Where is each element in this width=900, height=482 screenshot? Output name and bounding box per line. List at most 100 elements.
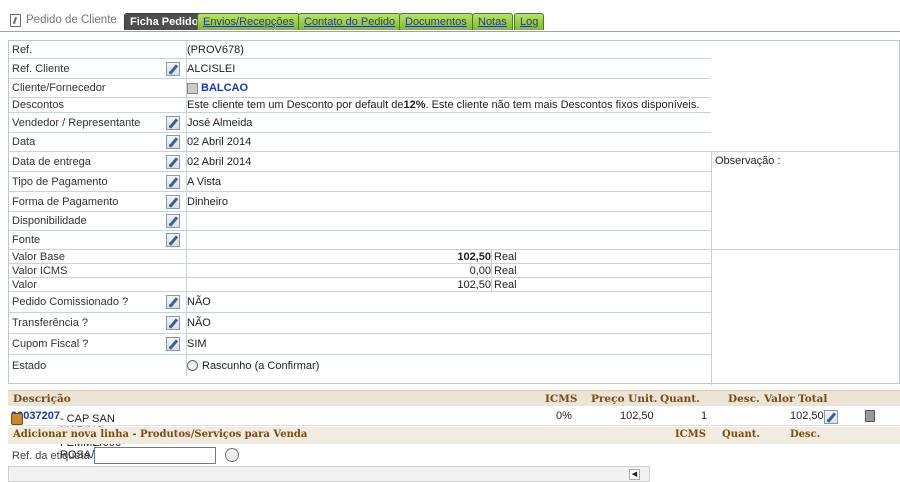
ref-etiqueta-input[interactable] — [94, 447, 216, 464]
edit-disponibilidade-icon[interactable] — [166, 214, 180, 228]
tab-contato-pedido[interactable]: Contato do Pedido — [298, 13, 402, 30]
row-cliente: Cliente/Fornecedor BALCAO — [9, 78, 711, 97]
product-icon — [11, 413, 23, 425]
estado-text: Rascunho (a Confirmar) — [202, 359, 320, 372]
tab-ficha-pedido[interactable]: Ficha Pedido — [124, 13, 205, 30]
order-card: Ref. (PROV678) Ref. Cliente ALCISLEI Cli… — [8, 40, 900, 385]
value-cliente: BALCAO — [187, 79, 248, 97]
col-total: Valor Total — [764, 393, 828, 405]
descontos-percent: 12% — [403, 99, 426, 111]
value-estado: Rascunho (a Confirmar) — [187, 355, 319, 376]
cliente-link[interactable]: BALCAO — [201, 82, 248, 94]
row-valor-base: Valor Base 102,50 Real — [9, 249, 711, 263]
value-ref-cliente: ALCISLEI — [187, 62, 236, 75]
row-tipo-pagamento: Tipo de Pagamento A Vista — [9, 171, 711, 191]
search-icon[interactable] — [225, 448, 239, 462]
label-fonte: Fonte — [12, 234, 41, 246]
value-comissionado: NÃO — [187, 296, 211, 308]
observacao-box: Observação : — [711, 151, 900, 249]
row-valor-icms: Valor ICMS 0,00 Real — [9, 263, 711, 277]
edit-cupom-icon[interactable] — [166, 337, 180, 351]
line-total: 102,50 — [790, 410, 824, 422]
row-estado: Estado Rascunho (a Confirmar) — [9, 354, 711, 376]
row-valor: Valor 102,50 Real — [9, 277, 711, 291]
label-ref-etiqueta: Ref. da etiqueta : — [12, 450, 96, 462]
label-vendedor: Vendedor / Representante — [12, 116, 141, 129]
add-line-header: Adicionar nova linha - Produtos/Serviços… — [8, 427, 900, 444]
row-fonte: Fonte — [9, 230, 711, 249]
observacao-box-lower — [711, 249, 900, 385]
ref-etiqueta-row: Ref. da etiqueta : — [8, 446, 900, 466]
label-valor-icms: Valor ICMS — [12, 264, 68, 277]
edit-tipo-pagamento-icon[interactable] — [166, 174, 180, 189]
label-descontos: Descontos — [12, 99, 64, 111]
scroll-left-icon[interactable]: ◀ — [629, 469, 640, 480]
label-comissionado: Pedido Comissionado ? — [12, 296, 129, 308]
value-forma-pagamento: Dinheiro — [187, 195, 228, 208]
line-desc: 90037207 - CAP SAN MARINO FEMME/006-ROSA… — [11, 410, 125, 461]
edit-forma-pagamento-icon[interactable] — [166, 194, 180, 209]
currency-valor-base: Real — [494, 250, 517, 263]
label-forma-pagamento: Forma de Pagamento — [12, 195, 119, 208]
row-forma-pagamento: Forma de Pagamento Dinheiro — [9, 191, 711, 211]
edit-vendedor-icon[interactable] — [166, 115, 180, 130]
col-quant: Quant. — [660, 393, 700, 405]
label-disponibilidade: Disponibilidade — [12, 215, 87, 227]
value-cupom: SIM — [187, 338, 207, 350]
line-icms: 0% — [556, 410, 572, 422]
label-observacao: Observação : — [715, 155, 781, 167]
value-data-entrega: 02 Abril 2014 — [187, 155, 252, 168]
tab-envios-recepcoes[interactable]: Envios/Recepções — [197, 13, 301, 30]
row-data-entrega: Data de entrega 02 Abril 2014 — [9, 151, 711, 171]
status-draft-icon — [187, 360, 198, 371]
col-preco: Preço Unit. — [591, 393, 658, 405]
edit-transferencia-icon[interactable] — [166, 316, 180, 330]
row-comissionado: Pedido Comissionado ? NÃO — [9, 291, 711, 312]
value-valor-icms: 0,00 — [469, 264, 491, 277]
label-tipo-pagamento: Tipo de Pagamento — [12, 175, 108, 188]
line-quant: 1 — [701, 410, 708, 422]
line-preco: 102,50 — [620, 410, 654, 422]
row-descontos: Descontos Este cliente tem um Desconto p… — [9, 97, 711, 112]
label-cupom: Cupom Fiscal ? — [12, 338, 89, 350]
add-line-label: Adicionar nova linha - Produtos/Serviços… — [13, 429, 308, 440]
label-ref: Ref. — [12, 43, 33, 56]
add-col-icms: ICMS — [675, 429, 706, 440]
tab-log[interactable]: Log — [514, 13, 545, 30]
table-row: 90037207 - CAP SAN MARINO FEMME/006-ROSA… — [8, 407, 900, 461]
value-vendedor: José Almeida — [187, 116, 253, 129]
edit-comissionado-icon[interactable] — [166, 295, 180, 309]
row-transferencia: Transferência ? NÃO — [9, 312, 711, 333]
edit-ref-cliente-icon[interactable] — [166, 61, 180, 76]
delete-line-icon[interactable] — [865, 410, 875, 422]
add-col-quant: Quant. — [722, 429, 760, 440]
add-col-desc: Desc. — [790, 429, 821, 440]
row-cupom: Cupom Fiscal ? SIM — [9, 333, 711, 354]
value-tipo-pagamento: A Vista — [187, 175, 222, 188]
page-title: Pedido de Cliente — [26, 14, 117, 26]
currency-valor: Real — [494, 278, 517, 291]
edit-fonte-icon[interactable] — [166, 233, 180, 247]
label-data: Data — [12, 136, 36, 148]
document-icon — [10, 13, 21, 27]
tab-documentos[interactable]: Documentos — [399, 13, 473, 30]
value-descontos: Este cliente tem um Desconto por default… — [187, 98, 699, 112]
edit-data-icon[interactable] — [166, 135, 180, 149]
edit-data-entrega-icon[interactable] — [166, 154, 180, 169]
row-vendedor: Vendedor / Representante José Almeida — [9, 112, 711, 132]
descontos-text-pre: Este cliente tem um Desconto por default… — [187, 99, 404, 111]
label-valor-base: Valor Base — [12, 250, 65, 263]
value-valor: 102,50 — [457, 278, 491, 291]
currency-valor-icms: Real — [494, 264, 517, 277]
label-valor: Valor — [12, 278, 37, 291]
row-disponibilidade: Disponibilidade — [9, 211, 711, 230]
lines-header: Descrição ICMS Preço Unit. Quant. Desc. … — [8, 390, 900, 406]
value-transferencia: NÃO — [187, 317, 211, 329]
page-header: Pedido de Cliente — [10, 11, 117, 29]
tab-bar: Pedido de Cliente Ficha Pedido Envios/Re… — [0, 0, 900, 32]
edit-line-icon[interactable] — [824, 410, 838, 424]
tab-notas[interactable]: Notas — [472, 13, 513, 30]
scroll-area[interactable]: ◀ — [8, 466, 650, 482]
value-ref: (PROV678) — [187, 43, 244, 56]
col-icms: ICMS — [545, 393, 578, 405]
